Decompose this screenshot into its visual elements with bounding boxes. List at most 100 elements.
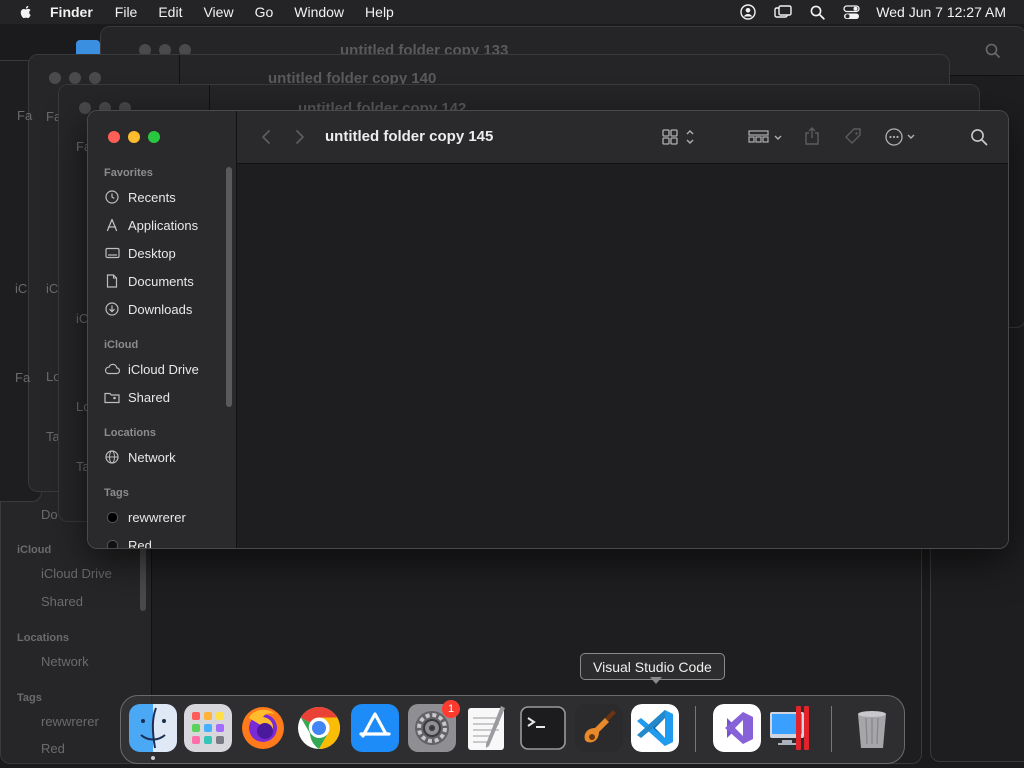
document-icon — [104, 273, 120, 289]
menu-app-name[interactable]: Finder — [50, 4, 93, 20]
bg-fragment: Fa — [17, 108, 33, 123]
dock-separator — [695, 706, 696, 752]
menu-bar: Finder File Edit View Go Window Help Wed… — [0, 0, 1024, 24]
bg-tag2: Red — [41, 741, 65, 756]
sidebar-item-label: Red — [128, 537, 152, 549]
bg-fragment: Do — [41, 507, 58, 522]
dock-separator — [831, 706, 832, 752]
sidebar-item-label: Documents — [128, 273, 194, 289]
download-icon — [104, 301, 120, 317]
sidebar-item-documents[interactable]: Documents — [104, 271, 194, 291]
menu-window[interactable]: Window — [294, 4, 344, 20]
bg-icloud-drive: iCloud Drive — [41, 566, 112, 581]
sidebar-item-label: Downloads — [128, 301, 193, 317]
sidebar-item-label: Applications — [128, 217, 199, 233]
control-center-icon[interactable] — [843, 4, 860, 20]
traffic-lights — [108, 131, 160, 143]
firefox-icon[interactable] — [239, 704, 287, 752]
bg-fragment: iC — [46, 281, 59, 296]
icon-view-icon[interactable] — [661, 127, 697, 147]
sidebar-item-icloud-drive[interactable]: iCloud Drive — [104, 359, 199, 379]
status-area: Wed Jun 7 12:27 AM — [722, 4, 1006, 20]
bg-icloud-head: iCloud — [17, 544, 52, 556]
cloud-icon — [104, 361, 120, 377]
vscode-icon[interactable] — [631, 704, 679, 752]
maximize-button[interactable] — [148, 131, 160, 143]
parallels-icon[interactable] — [768, 704, 816, 752]
window-title: untitled folder copy 145 — [325, 128, 494, 145]
close-button[interactable] — [108, 131, 120, 143]
sidebar-item-label: Network — [128, 449, 176, 465]
apple-icon[interactable] — [18, 4, 34, 20]
menu-help[interactable]: Help — [365, 4, 394, 20]
dock-tooltip-pointer — [650, 677, 662, 684]
bg-tags-head: Tags — [17, 692, 42, 704]
sidebar-item-label: Recents — [128, 189, 176, 205]
forward-icon[interactable] — [291, 127, 309, 147]
menu-clock[interactable]: Wed Jun 7 12:27 AM — [876, 4, 1006, 20]
sidebar-item-recents[interactable]: Recents — [104, 187, 176, 207]
minimize-button[interactable] — [128, 131, 140, 143]
menu-edit[interactable]: Edit — [158, 4, 182, 20]
finder-window[interactable]: Favorites Recents Applications Desktop D… — [87, 110, 1009, 549]
screen-mirror-icon[interactable] — [774, 5, 792, 19]
finder-running-indicator — [151, 756, 155, 760]
applications-icon — [104, 217, 120, 233]
system-settings-icon[interactable]: 1 — [408, 700, 460, 752]
tag-dot-icon — [104, 509, 120, 525]
dock: 1 — [120, 695, 905, 764]
back-icon[interactable] — [257, 127, 275, 147]
sidebar-item-tag-red[interactable]: Red — [104, 535, 152, 549]
search-icon[interactable] — [985, 43, 1001, 64]
sidebar-heading-favorites: Favorites — [104, 167, 153, 179]
sidebar-heading-icloud: iCloud — [104, 339, 139, 351]
sidebar-item-label: iCloud Drive — [128, 361, 199, 377]
globe-icon — [104, 449, 120, 465]
bg-locations-head: Locations — [17, 632, 69, 644]
bg-fragment: Fa — [15, 370, 31, 385]
bg-fragment: iC — [15, 281, 28, 296]
clock-icon — [104, 189, 120, 205]
menu-view[interactable]: View — [203, 4, 233, 20]
sidebar-item-applications[interactable]: Applications — [104, 215, 198, 235]
tag-dot-icon — [104, 537, 120, 548]
dock-tooltip: Visual Studio Code — [580, 653, 725, 680]
desktop-icon — [104, 245, 120, 261]
sidebar-item-network[interactable]: Network — [104, 447, 176, 467]
sidebar-item-label: Desktop — [128, 245, 176, 261]
bg-tag1: rewwrerer — [41, 714, 99, 729]
sidebar-item-downloads[interactable]: Downloads — [104, 299, 192, 319]
more-icon[interactable] — [883, 126, 919, 148]
sidebar-scrollbar[interactable] — [226, 167, 232, 407]
textedit-icon[interactable] — [463, 704, 511, 752]
bg-shared: Shared — [41, 594, 83, 609]
app-store-icon[interactable] — [351, 704, 399, 752]
group-icon[interactable] — [747, 127, 785, 147]
sidebar-item-label: rewwrerer — [128, 509, 186, 525]
bg-traffic-lights[interactable] — [49, 72, 101, 84]
bg-network: Network — [41, 654, 89, 669]
sidebar-heading-tags: Tags — [104, 487, 129, 499]
tag-icon[interactable] — [842, 126, 864, 148]
sidebar-item-tag-rewwrerer[interactable]: rewwrerer — [104, 507, 186, 527]
chrome-icon[interactable] — [295, 704, 343, 752]
folder-content-area[interactable] — [237, 164, 1008, 548]
menu-go[interactable]: Go — [255, 4, 274, 20]
trash-icon[interactable] — [848, 704, 896, 752]
sidebar-heading-locations: Locations — [104, 427, 156, 439]
launchpad-icon[interactable] — [184, 704, 232, 752]
notification-badge: 1 — [442, 700, 460, 718]
user-icon[interactable] — [740, 4, 756, 20]
sidebar-item-label: Shared — [128, 389, 170, 405]
spotlight-search-icon[interactable] — [810, 5, 825, 20]
sidebar-item-desktop[interactable]: Desktop — [104, 243, 176, 263]
search-icon[interactable] — [969, 127, 989, 147]
garageband-icon[interactable] — [575, 704, 623, 752]
terminal-icon[interactable] — [519, 704, 567, 752]
share-icon[interactable] — [802, 125, 822, 147]
visual-studio-icon[interactable] — [713, 704, 761, 752]
sidebar-item-shared[interactable]: Shared — [104, 387, 170, 407]
menu-file[interactable]: File — [115, 4, 138, 20]
finder-icon[interactable] — [129, 704, 177, 752]
shared-folder-icon — [104, 389, 120, 405]
